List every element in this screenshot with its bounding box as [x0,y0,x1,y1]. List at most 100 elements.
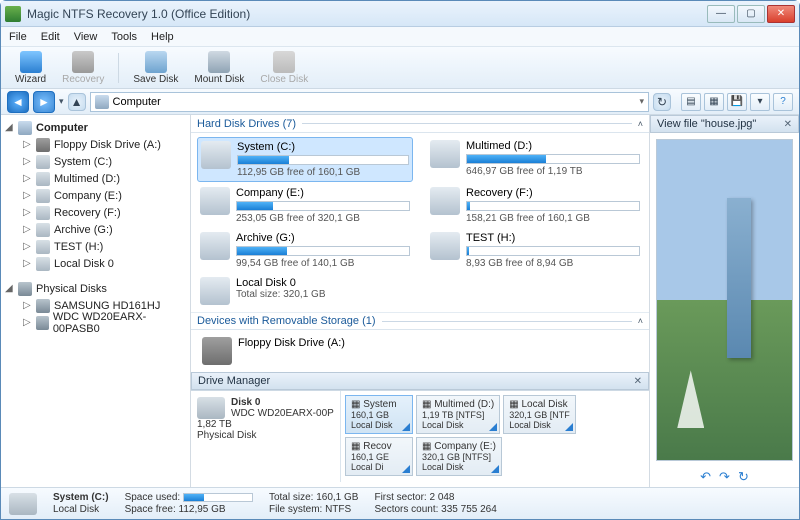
tree-computer[interactable]: ◢Computer [1,119,190,136]
view-toggle-2[interactable]: ▦ [704,93,724,111]
tree-panel: ◢Computer ▷Floppy Disk Drive (A:) ▷Syste… [1,115,191,487]
partition[interactable]: ▦ Recov160,1 GELocal Di [345,437,413,476]
close-disk-button: Close Disk [252,49,316,87]
tree-item[interactable]: ▷Company (E:) [1,187,190,204]
menu-help[interactable]: Help [151,31,174,43]
save-disk-button[interactable]: Save Disk [125,49,186,87]
menu-tools[interactable]: Tools [111,31,137,43]
preview-header: View file "house.jpg"✕ [650,115,799,133]
toolbar: Wizard Recovery Save Disk Mount Disk Clo… [1,47,799,89]
back-button[interactable]: ◄ [7,91,29,113]
drives-grid: System (C:)112,95 GB free of 160,1 GB Mul… [191,133,649,312]
up-button[interactable]: ▲ [68,93,86,111]
disk-summary[interactable]: Disk 0 WDC WD20EARX-00P 1,82 TB Physical… [191,391,341,482]
forward-button[interactable]: ► [33,91,55,113]
drive-icon [200,277,230,305]
main-panel: Hard Disk Drives (7)˄ System (C:)112,95 … [191,115,649,487]
section-removable[interactable]: Devices with Removable Storage (1)˄ [191,312,649,330]
status-sector-count: Sectors count: 335 755 264 [374,504,496,515]
view-toggle-1[interactable]: ▤ [681,93,701,111]
wizard-button[interactable]: Wizard [7,49,54,87]
mount-disk-icon [208,51,230,73]
partition[interactable]: ▦ System160,1 GBLocal Disk [345,395,413,434]
menubar: File Edit View Tools Help [1,27,799,47]
tree-item[interactable]: ▷Archive (G:) [1,221,190,238]
undo-icon[interactable]: ↶ [700,469,711,485]
computer-icon [18,121,32,135]
minimize-button[interactable]: ― [707,5,735,23]
drive-item[interactable]: Company (E:)253,05 GB free of 320,1 GB [197,184,413,227]
history-dropdown-icon[interactable]: ▾ [59,96,64,107]
drive-icon [36,155,50,169]
drive-item[interactable]: Archive (G:)99,54 GB free of 140,1 GB [197,229,413,272]
wizard-icon [20,51,42,73]
tree-physical-disks[interactable]: ◢Physical Disks [1,280,190,297]
partition[interactable]: ▦ Local Disk320,1 GB [NTFLocal Disk [503,395,576,434]
drive-item[interactable]: Multimed (D:)646,97 GB free of 1,19 TB [427,137,643,182]
status-used-label: Space used: [125,492,181,503]
menu-file[interactable]: File [9,31,27,43]
drive-icon [430,232,460,260]
app-icon [5,6,21,22]
section-hdd[interactable]: Hard Disk Drives (7)˄ [191,115,649,133]
window-title: Magic NTFS Recovery 1.0 (Office Edition) [27,7,707,21]
address-dropdown-icon[interactable]: ▾ [639,96,644,107]
help-button[interactable]: ? [773,93,793,111]
tree-item[interactable]: ▷Recovery (F:) [1,204,190,221]
address-bar[interactable]: ▾ [90,92,649,112]
redo-icon[interactable]: ↷ [719,469,730,485]
save-disk-icon [145,51,167,73]
refresh-button[interactable]: ↻ [653,93,671,111]
address-input[interactable] [113,96,636,108]
close-panel-icon[interactable]: ✕ [784,119,792,130]
tree-item[interactable]: ▷Floppy Disk Drive (A:) [1,136,190,153]
partition[interactable]: ▦ Multimed (D:)1,19 TB [NTFS]Local Disk [416,395,500,434]
drive-icon [201,141,231,169]
disk-icon [197,397,225,419]
drive-icon [36,172,50,186]
drive-icon [36,223,50,237]
drive-item[interactable]: System (C:)112,95 GB free of 160,1 GB [197,137,413,182]
status-first-sector: First sector: 2 048 [374,492,496,503]
menu-view[interactable]: View [74,31,98,43]
tree-item[interactable]: ▷Multimed (D:) [1,170,190,187]
partition-list: ▦ System160,1 GBLocal Disk▦ Multimed (D:… [341,391,649,482]
drive-icon [430,140,460,168]
status-free: Space free: 112,95 GB [125,504,253,515]
status-fs: File system: NTFS [269,504,359,515]
status-drive-type: Local Disk [53,504,109,515]
drive-icon [200,187,230,215]
drive-icon [36,189,50,203]
view-toggle-4[interactable]: ▾ [750,93,770,111]
mount-disk-button[interactable]: Mount Disk [186,49,252,87]
tree-item[interactable]: ▷System (C:) [1,153,190,170]
floppy-icon [202,337,232,365]
view-toggle-3[interactable]: 💾 [727,93,747,111]
refresh-icon[interactable]: ↻ [738,469,749,485]
maximize-button[interactable]: ▢ [737,5,765,23]
preview-panel: View file "house.jpg"✕ ↶ ↷ ↻ [649,115,799,487]
close-button[interactable]: ✕ [767,5,795,23]
drive-icon [36,206,50,220]
tree-item[interactable]: ▷WDC WD20EARX-00PASB0 [1,314,190,331]
drive-item[interactable]: Local Disk 0Total size: 320,1 GB [197,274,413,308]
menu-edit[interactable]: Edit [41,31,60,43]
drive-item[interactable]: Recovery (F:)158,21 GB free of 160,1 GB [427,184,643,227]
drive-icon [430,187,460,215]
close-disk-icon [273,51,295,73]
drive-icon [9,493,37,515]
chevron-up-icon: ˄ [638,316,643,326]
physical-disk-icon [36,299,50,313]
status-drive-name: System (C:) [53,492,109,503]
drive-item[interactable]: TEST (H:)8,93 GB free of 8,94 GB [427,229,643,272]
partition[interactable]: ▦ Company (E:)320,1 GB [NTFS]Local Disk [416,437,502,476]
close-panel-icon[interactable]: ✕ [634,376,642,387]
tree-item[interactable]: ▷Local Disk 0 [1,255,190,272]
drive-item[interactable]: Floppy Disk Drive (A:) [199,334,641,368]
tree-item[interactable]: ▷TEST (H:) [1,238,190,255]
navbar: ◄ ► ▾ ▲ ▾ ↻ ▤ ▦ 💾 ▾ ? [1,89,799,115]
preview-image [656,139,793,461]
floppy-icon [36,138,50,152]
status-total: Total size: 160,1 GB [269,492,359,503]
recovery-icon [72,51,94,73]
